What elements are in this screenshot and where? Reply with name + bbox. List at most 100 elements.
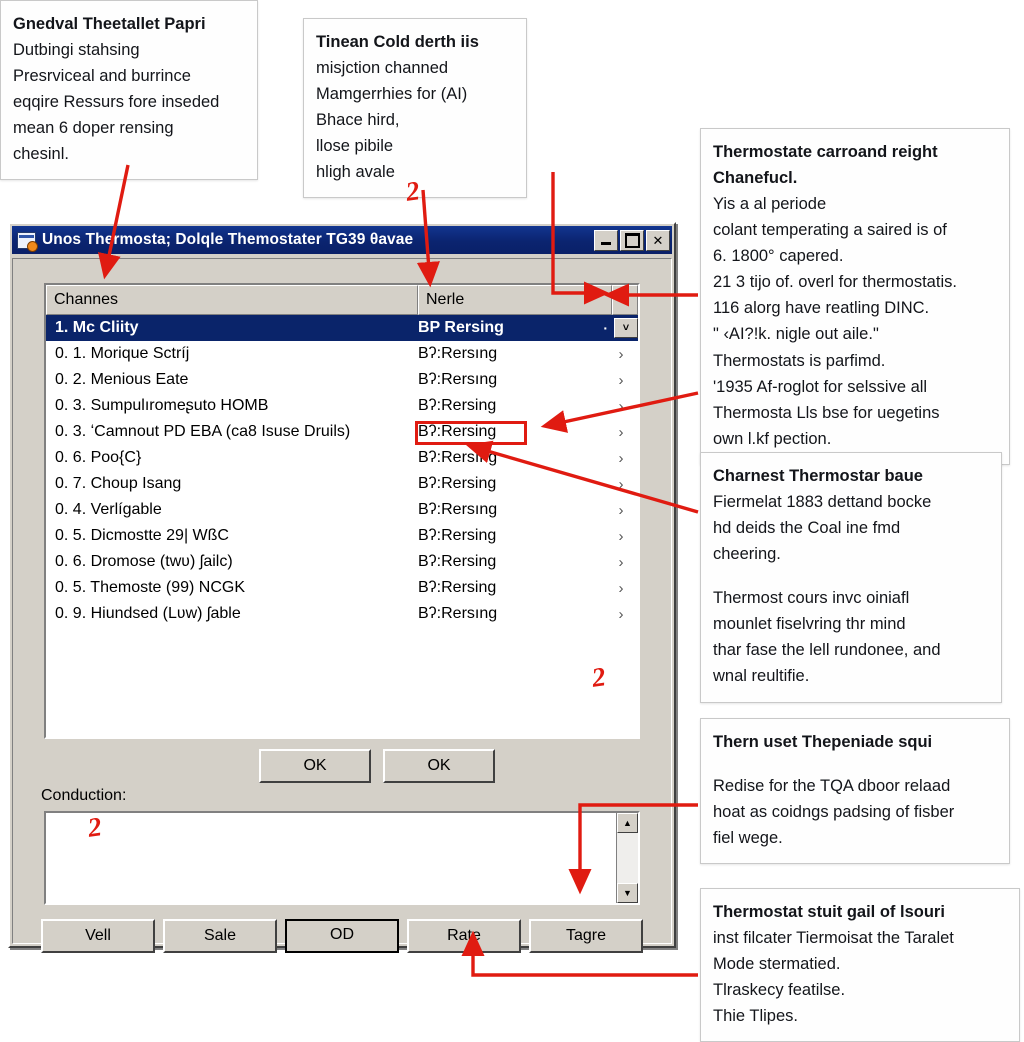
scroll-down-icon[interactable]: ▼ (617, 883, 638, 903)
list-item-name: 0. 5. Dicmostte 29| WßC (55, 527, 229, 544)
list-item-value: Bʔ:Rersıng (418, 605, 498, 622)
list-rows: 1. Mc Cliity BP Rersing · ˅ 0. 1. Morique Sc… (46, 315, 638, 627)
callout-line: wnal reultifie. (713, 667, 810, 686)
column-header-spacer[interactable] (612, 285, 638, 315)
chevron-right-icon[interactable]: › (604, 346, 638, 363)
callout-line: Thermost cours invc oiniafl (713, 589, 910, 608)
chevron-right-icon[interactable]: › (604, 580, 638, 597)
chevron-right-icon[interactable]: › (604, 424, 638, 441)
bottom-button-rate[interactable]: Rate (407, 919, 521, 953)
list-item-name: 0. 5. Themoste (99) NCGK (55, 579, 245, 596)
chevron-right-icon[interactable]: › (604, 398, 638, 415)
chevron-right-icon[interactable]: › (604, 554, 638, 571)
bottom-button-vell[interactable]: Vell (41, 919, 155, 953)
bottom-button-tagre[interactable]: Tagre (529, 919, 643, 953)
callout-spacer (713, 755, 997, 773)
callout-line: Fiermelat 1883 dettand bocke (713, 493, 932, 512)
chevron-right-icon[interactable]: › (604, 606, 638, 623)
list-item[interactable]: 0. 3. ʻCamnout PD EBA (ca8 Isuse Druils)… (46, 419, 638, 445)
chevron-down-icon[interactable]: ˅ (614, 318, 638, 338)
list-item[interactable]: 0. 7. Choup Isang Bʔ:Rersing › (46, 471, 638, 497)
conduction-textarea-wrapper[interactable]: ▲ ▼ (44, 811, 640, 905)
list-item[interactable]: 0. 6. Dromose (twʋ) ʃailc) Bʔ:Rersing › (46, 549, 638, 575)
bottom-button-row: Vell Sale OD Rate Tagre (41, 919, 643, 953)
ok-button-1[interactable]: OK (259, 749, 371, 783)
callout-heading: Charnest Thermostar baue (713, 467, 923, 485)
callout-line: mounlet fiselvring thr mind (713, 615, 906, 634)
scrollbar-track[interactable] (617, 833, 638, 883)
callout-line: 21 3 tijo of. overl for thermostatis. (713, 273, 957, 292)
list-item-name: 0. 9. Hiundsed (Lʋw) ʃable (55, 605, 241, 622)
callout-line: cheering. (713, 545, 781, 564)
list-item-value: Bʔ:Rersing (418, 423, 497, 440)
callout-line: Yis a al periode (713, 195, 827, 214)
column-header-value[interactable]: Nerle (418, 285, 612, 315)
conduction-label: Conduction: (41, 787, 127, 804)
list-item[interactable]: 1. Mc Cliity BP Rersing · ˅ (46, 315, 638, 341)
callout-line: own l.kf pection. (713, 429, 832, 448)
list-item[interactable]: 0. 2. Menious Eate Bʔ:Rersıng › (46, 367, 638, 393)
list-item-name: 0. 1. Morique Sctríj (55, 345, 190, 362)
callout-right-2: Charnest Thermostar baue Fiermelat 1883 … (700, 452, 1002, 703)
list-item[interactable]: 0. 1. Morique Sctríj Bʔ:Rersıng › (46, 341, 638, 367)
callout-line: '1935 Af-roglot for selssive all (713, 377, 928, 396)
callout-line: Dutbingi stahsing (13, 41, 140, 60)
bottom-button-od[interactable]: OD (285, 919, 399, 953)
maximize-icon[interactable] (620, 229, 644, 251)
scroll-up-icon[interactable]: ▲ (617, 813, 638, 833)
title-bar[interactable]: Unos Thermosta; Dolqle Themostater TG39 … (12, 226, 672, 254)
chevron-right-icon[interactable]: › (604, 502, 638, 519)
callout-line: hd deids the Coal ine fmd (713, 519, 901, 538)
column-header-channel[interactable]: Channes (46, 285, 418, 315)
list-item-value: Bʔ:Rersing (418, 397, 497, 414)
callout-line: hoat as coidngs padsing of fisber (713, 803, 955, 822)
list-item-value: Bʔ:Rersing (418, 527, 497, 544)
chevron-right-icon[interactable]: › (604, 476, 638, 493)
window-controls: ✕ (594, 229, 670, 251)
callout-line: Thermosta Lls bse for uegetins (713, 403, 940, 422)
callout-line: " ‹AI?!k. nigle out aile." (713, 325, 879, 344)
callout-top-left: Gnedval Theetallet Papri Dutbingi stahsi… (0, 0, 258, 181)
ok-button-2[interactable]: OK (383, 749, 495, 783)
list-item[interactable]: 0. 6. Poo{C} Bʔ:Rersıng › (46, 445, 638, 471)
callout-line: inst filcater Tiermoisat the Taralet (713, 929, 954, 948)
list-item-name: 0. 6. Dromose (twʋ) ʃailc) (55, 553, 233, 570)
list-item-name: 0. 3. Sumpulıromeʂuto HOMB (55, 397, 269, 414)
list-header-row: Channes Nerle (46, 285, 638, 315)
callout-spacer (713, 567, 989, 585)
thermostat-dialog-window[interactable]: Unos Thermosta; Dolqle Themostater TG39 … (8, 222, 676, 953)
minimize-icon[interactable] (594, 229, 618, 251)
callout-line: Redise for the TQA dboor relaad (713, 777, 951, 796)
dialog-body: Channes Nerle 1. Mc Cliity BP Rersing · ˅ 0.… (12, 258, 672, 953)
list-item-name: 0. 6. Poo{C} (55, 449, 142, 466)
application-icon (17, 231, 38, 252)
list-item[interactable]: 0. 9. Hiundsed (Lʋw) ʃable Bʔ:Rersıng › (46, 601, 638, 627)
callout-right-1: Thermostate carroand reight Chanefucl. Y… (700, 128, 1010, 465)
list-item[interactable]: 0. 3. Sumpulıromeʂuto HOMB Bʔ:Rersing › (46, 393, 638, 419)
list-item-value: Bʔ:Rersing (418, 553, 497, 570)
list-item[interactable]: 0. 5. Themoste (99) NCGK Bʔ:Rersing › (46, 575, 638, 601)
list-item[interactable]: 0. 4. Verlígable Bʔ:Rersıng › (46, 497, 638, 523)
vertical-scrollbar[interactable]: ▲ ▼ (616, 813, 638, 903)
chevron-right-icon[interactable]: › (604, 450, 638, 467)
callout-right-3: Thern uset Thepeniade squi Redise for th… (700, 718, 1010, 865)
close-icon[interactable]: ✕ (646, 229, 670, 251)
list-item-value: Bʔ:Rersing (418, 579, 497, 596)
chevron-right-icon[interactable]: › (604, 528, 638, 545)
callout-right-4: Thermostat stuit gail of lsouri inst fil… (700, 888, 1020, 1042)
list-item[interactable]: 0. 5. Dicmostte 29| WßC Bʔ:Rersing › (46, 523, 638, 549)
callout-line: mean 6 doper rensing (13, 119, 174, 138)
callout-line: fiel wege. (713, 829, 783, 848)
callout-line: Bhace hird, (316, 111, 400, 130)
channel-list[interactable]: Channes Nerle 1. Mc Cliity BP Rersing · ˅ 0.… (44, 283, 640, 739)
callout-heading: Thern uset Thepeniade squi (713, 733, 933, 751)
mid-button-row: OK OK (62, 749, 692, 783)
callout-line: llose pibile (316, 137, 394, 156)
chevron-right-icon[interactable]: › (604, 372, 638, 389)
conduction-textarea[interactable] (46, 813, 616, 903)
callout-line: Presrviceal and burrince (13, 67, 191, 86)
bottom-button-sale[interactable]: Sale (163, 919, 277, 953)
selection-bullet-icon: · (603, 320, 608, 336)
callout-top-middle: Tinean Cold derth iis misjction channed … (303, 18, 527, 199)
callout-line: eqqire Ressurs fore inseded (13, 93, 220, 112)
